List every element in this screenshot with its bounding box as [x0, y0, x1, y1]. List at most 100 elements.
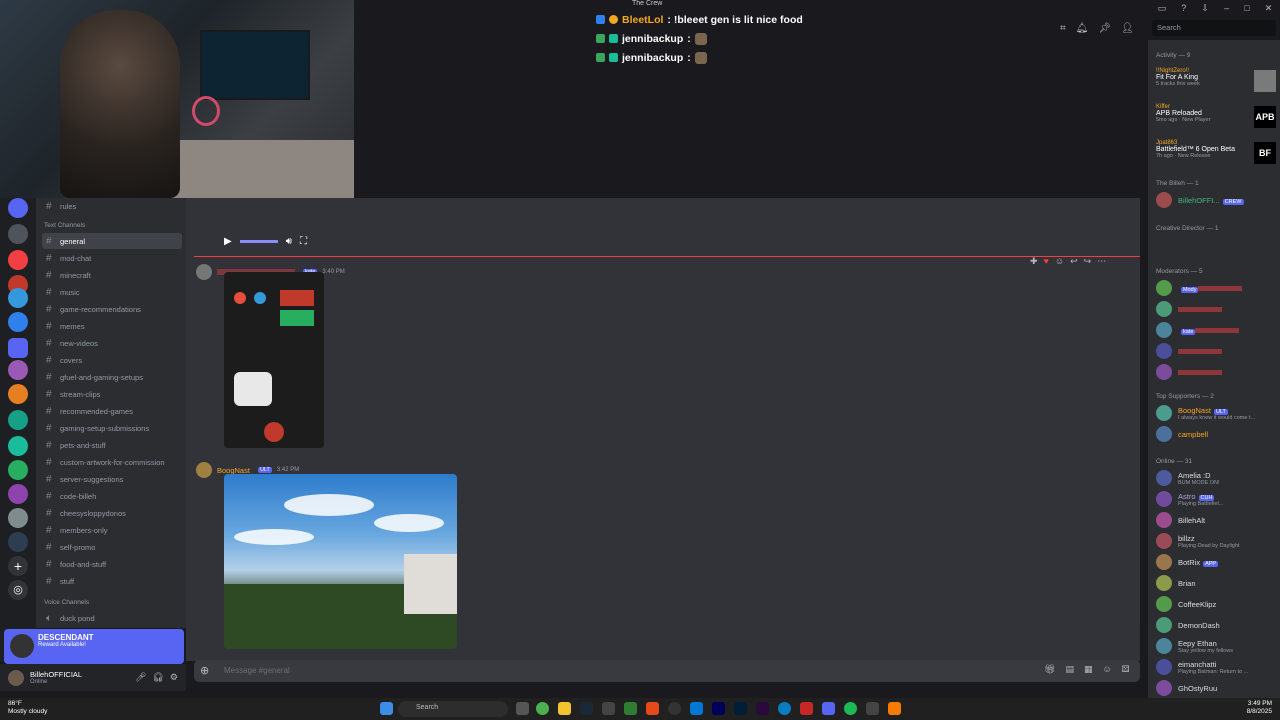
- system-clock[interactable]: 3:49 PM 8/8/2025: [1247, 700, 1272, 716]
- member-row[interactable]: BillehOFFI... CREW: [1156, 190, 1278, 210]
- channel-food-and-stuff[interactable]: # food-and-stuff: [42, 556, 182, 572]
- server-icon[interactable]: [8, 224, 28, 244]
- channel-server-suggestions[interactable]: # server-suggestions: [42, 471, 182, 487]
- channel-game-recommendations[interactable]: # game-recommendations: [42, 301, 182, 317]
- headphones-icon[interactable]: 🎧︎: [152, 672, 163, 683]
- channel-recommended-games[interactable]: # recommended-games: [42, 403, 182, 419]
- member-row[interactable]: campbell: [1156, 424, 1278, 444]
- server-icon[interactable]: [8, 532, 28, 552]
- taskbar-search[interactable]: Search: [398, 701, 508, 717]
- app-icon[interactable]: [646, 702, 659, 715]
- message-input[interactable]: Message #general: [194, 660, 1140, 682]
- gift-icon[interactable]: 🎁︎: [1044, 664, 1055, 675]
- channel-custom-artwork-for-commission[interactable]: # custom-artwork-for-commission: [42, 454, 182, 470]
- channel-music[interactable]: # music: [42, 284, 182, 300]
- explore-icon[interactable]: ◎: [8, 580, 28, 600]
- server-icon[interactable]: [8, 410, 28, 430]
- play-icon[interactable]: ▶: [224, 236, 232, 247]
- emoji-picker-icon[interactable]: ☺: [1102, 664, 1111, 675]
- channel-general[interactable]: # general: [42, 233, 182, 249]
- forward-icon[interactable]: ↪: [1084, 256, 1092, 267]
- member-row[interactable]: eimanchatti Playing Batman: Return to ...: [1156, 657, 1278, 677]
- member-row[interactable]: Brian: [1156, 573, 1278, 593]
- threads-icon[interactable]: ⌗: [1060, 23, 1066, 34]
- server-icon[interactable]: [8, 360, 28, 380]
- maximize-button[interactable]: □: [1244, 3, 1249, 13]
- app-icon[interactable]: [800, 702, 813, 715]
- reaction-icon[interactable]: ✚: [1030, 256, 1038, 267]
- channel-gfuel-and-gaming-setups[interactable]: # gfuel-and-gaming-setups: [42, 369, 182, 385]
- server-icon[interactable]: [8, 484, 28, 504]
- avatar[interactable]: [196, 462, 212, 478]
- avatar[interactable]: [196, 264, 212, 280]
- app-icon[interactable]: [690, 702, 703, 715]
- channel-minecraft[interactable]: # minecraft: [42, 267, 182, 283]
- folder-icon[interactable]: [8, 338, 28, 358]
- windows-start-icon[interactable]: [380, 702, 393, 715]
- server-icon[interactable]: [8, 384, 28, 404]
- steam-icon[interactable]: [580, 702, 593, 715]
- app-icon[interactable]: [866, 702, 879, 715]
- channel-new-videos[interactable]: # new-videos: [42, 335, 182, 351]
- member-row[interactable]: BoogNast ULT I always knew it would come t…: [1156, 403, 1278, 423]
- file-explorer-icon[interactable]: [558, 702, 571, 715]
- member-row[interactable]: [1156, 341, 1278, 361]
- activity-card[interactable]: Kiffer APB Reloaded 5mo ago · New Player AP…: [1156, 104, 1280, 134]
- channel-stream-clips[interactable]: # stream-clips: [42, 386, 182, 402]
- channel-members-only[interactable]: # members-only: [42, 522, 182, 538]
- discord-icon[interactable]: [822, 702, 835, 715]
- channel-rules[interactable]: # rules: [42, 198, 182, 214]
- activity-card[interactable]: Jpat863 Battlefield™ 6 Open Beta 7h ago · …: [1156, 140, 1280, 170]
- member-row[interactable]: Eepy Ethan Stay yellow my fellows: [1156, 636, 1278, 656]
- fullscreen-icon[interactable]: ⛶: [300, 236, 307, 247]
- sticker-icon[interactable]: ▦: [1084, 664, 1093, 675]
- app-icon[interactable]: [602, 702, 615, 715]
- category-voice-channels[interactable]: Voice Channels: [44, 599, 89, 606]
- member-row[interactable]: [1156, 299, 1278, 319]
- member-row[interactable]: GhOstyRuu: [1156, 678, 1278, 698]
- app-icon[interactable]: [668, 702, 681, 715]
- search-input[interactable]: Search: [1152, 20, 1276, 36]
- app-icon[interactable]: [778, 702, 791, 715]
- member-row[interactable]: BillehAlt: [1156, 510, 1278, 530]
- server-icon[interactable]: [8, 288, 28, 308]
- help-icon[interactable]: ?: [1181, 3, 1186, 13]
- microphone-icon[interactable]: 🎤︎: [135, 672, 146, 683]
- add-attachment-icon[interactable]: ⊕: [200, 664, 209, 677]
- members-icon[interactable]: 👤︎: [1121, 23, 1134, 34]
- chrome-icon[interactable]: [536, 702, 549, 715]
- scrollbar[interactable]: [1142, 622, 1146, 660]
- category-text-channels[interactable]: Text Channels: [44, 222, 85, 229]
- volume-icon[interactable]: 🔊︎: [286, 236, 292, 247]
- after-effects-icon[interactable]: [712, 702, 725, 715]
- download-icon[interactable]: ⇩: [1201, 3, 1209, 14]
- premiere-icon[interactable]: [756, 702, 769, 715]
- member-row[interactable]: kate: [1156, 320, 1278, 340]
- pin-icon[interactable]: 📌︎: [1098, 23, 1111, 34]
- member-row[interactable]: CoffeeKlipz: [1156, 594, 1278, 614]
- server-icon[interactable]: [8, 250, 28, 270]
- screenshot-attachment[interactable]: [224, 272, 324, 448]
- server-icon[interactable]: [8, 198, 28, 218]
- app-icon[interactable]: [624, 702, 637, 715]
- member-row[interactable]: BotRix APP: [1156, 552, 1278, 572]
- spotify-icon[interactable]: [844, 702, 857, 715]
- member-row[interactable]: Astro CUH Playing Battlefiel...: [1156, 489, 1278, 509]
- photoshop-icon[interactable]: [734, 702, 747, 715]
- inbox-icon[interactable]: ▭: [1158, 3, 1167, 14]
- channel-cheesysloppydonos[interactable]: # cheesysloppydonos: [42, 505, 182, 521]
- minimize-button[interactable]: –: [1224, 3, 1229, 13]
- activity-card[interactable]: !!NightZero!! Fit For A King 5 tracks this…: [1156, 68, 1280, 98]
- server-icon[interactable]: [8, 460, 28, 480]
- server-icon[interactable]: [8, 436, 28, 456]
- channel-memes[interactable]: # memes: [42, 318, 182, 334]
- weather-widget[interactable]: 86°F Mostly cloudy: [8, 700, 47, 716]
- taskview-icon[interactable]: [516, 702, 529, 715]
- channel-code-billeh[interactable]: # code-billeh: [42, 488, 182, 504]
- channel-self-promo[interactable]: # self-promo: [42, 539, 182, 555]
- photo-attachment[interactable]: [224, 474, 457, 649]
- channel-gaming-setup-submissions[interactable]: # gaming-setup-submissions: [42, 420, 182, 436]
- channel-stuff[interactable]: # stuff: [42, 573, 182, 589]
- channel-covers[interactable]: # covers: [42, 352, 182, 368]
- reward-promo-banner[interactable]: DESCENDANT Reward Available!: [4, 629, 184, 664]
